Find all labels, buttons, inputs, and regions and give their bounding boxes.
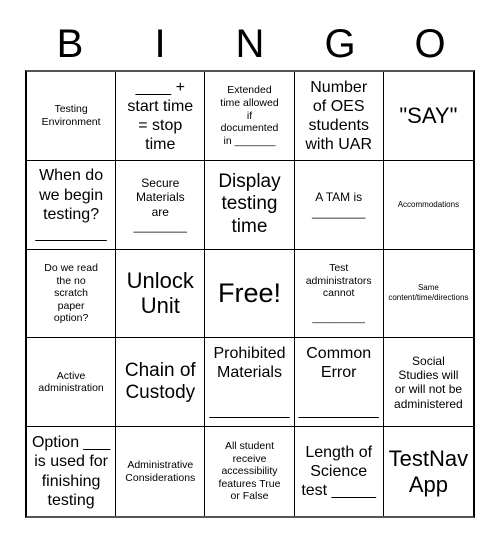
bingo-header-row: B I N G O	[25, 18, 475, 70]
bingo-header-letter-b: B	[56, 22, 84, 66]
bingo-cell[interactable]: Test administrators cannot _________	[294, 249, 384, 339]
bingo-cell-text: Secure Materials are ________	[133, 175, 187, 234]
bingo-cell-text: When do we begin testing? ________	[35, 167, 107, 242]
bingo-cell-text: "SAY"	[399, 103, 458, 129]
bingo-cell-text: Administrative Considerations	[125, 459, 196, 484]
bingo-cell-text: ____ + start time = stop time	[127, 78, 194, 154]
bingo-cell-text: Social Studies will or will not be admin…	[394, 353, 463, 411]
bingo-cell-text: Length of Science test _____	[301, 443, 377, 500]
bingo-cell[interactable]: "SAY"	[383, 72, 473, 161]
bingo-cell[interactable]: Prohibited Materials _________	[205, 338, 295, 428]
bingo-cell-text: Free!	[217, 277, 281, 308]
bingo-cell[interactable]: Length of Science test _____	[294, 427, 384, 516]
bingo-cell[interactable]: Option ___ is used for finishing testing	[27, 427, 117, 516]
bingo-cell-text: Extended time allowed if documented in _…	[220, 84, 279, 147]
bingo-card: B I N G O Testing Environment ____ + star…	[0, 0, 500, 544]
bingo-header-letter-n: N	[235, 22, 265, 66]
bingo-cell-text: Test administrators cannot _________	[305, 262, 372, 325]
bingo-cell-text: Display testing time	[218, 171, 281, 237]
bingo-cell-text: Accommodations	[397, 199, 460, 209]
bingo-free-space[interactable]: Free!	[205, 249, 295, 339]
bingo-grid: Testing Environment ____ + start time = s…	[25, 70, 475, 518]
bingo-cell[interactable]: Testing Environment	[27, 72, 117, 161]
bingo-cell[interactable]: Social Studies will or will not be admin…	[383, 338, 473, 428]
bingo-cell[interactable]: Active administration	[27, 338, 117, 428]
bingo-cell-text: Prohibited Materials _________	[209, 344, 290, 420]
bingo-cell-text: Same content/time/directions	[388, 283, 469, 303]
bingo-cell[interactable]: ____ + start time = stop time	[116, 72, 206, 161]
bingo-cell-text: Option ___ is used for finishing testing	[31, 434, 111, 509]
bingo-header-letter-i: I	[154, 22, 166, 66]
bingo-cell[interactable]: Same content/time/directions	[383, 249, 473, 339]
bingo-cell-text: Active administration	[38, 369, 104, 395]
bingo-cell-text: A TAM is ________	[312, 190, 366, 219]
bingo-cell[interactable]: Secure Materials are ________	[116, 160, 206, 250]
bingo-cell-text: Do we read the no scratch paper option?	[44, 262, 98, 325]
bingo-cell[interactable]: Accommodations	[383, 160, 473, 250]
bingo-cell[interactable]: When do we begin testing? ________	[27, 160, 117, 250]
bingo-cell-text: Number of OES students with UAR	[305, 78, 373, 154]
bingo-cell[interactable]: Common Error _________	[294, 338, 384, 428]
bingo-cell[interactable]: All student receive accessibility featur…	[205, 427, 295, 516]
bingo-cell-text: Testing Environment	[41, 103, 101, 128]
bingo-cell[interactable]: Do we read the no scratch paper option?	[27, 249, 117, 339]
bingo-cell[interactable]: Extended time allowed if documented in _…	[205, 72, 295, 161]
bingo-cell-text: All student receive accessibility featur…	[218, 440, 281, 503]
bingo-cell[interactable]: Administrative Considerations	[116, 427, 206, 516]
bingo-cell[interactable]: Display testing time	[205, 160, 295, 250]
bingo-cell-text: Chain of Custody	[124, 359, 196, 404]
bingo-cell[interactable]: Chain of Custody	[116, 338, 206, 428]
bingo-cell[interactable]: Unlock Unit	[116, 249, 206, 339]
bingo-cell[interactable]: Number of OES students with UAR	[294, 72, 384, 161]
bingo-cell-text: Common Error _________	[298, 344, 379, 420]
bingo-header-letter-o: O	[414, 22, 446, 66]
bingo-cell[interactable]: A TAM is ________	[294, 160, 384, 250]
bingo-cell[interactable]: TestNav App	[383, 427, 473, 516]
bingo-cell-text: Unlock Unit	[126, 268, 194, 319]
bingo-header-letter-g: G	[324, 22, 356, 66]
bingo-cell-text: TestNav App	[388, 446, 469, 497]
